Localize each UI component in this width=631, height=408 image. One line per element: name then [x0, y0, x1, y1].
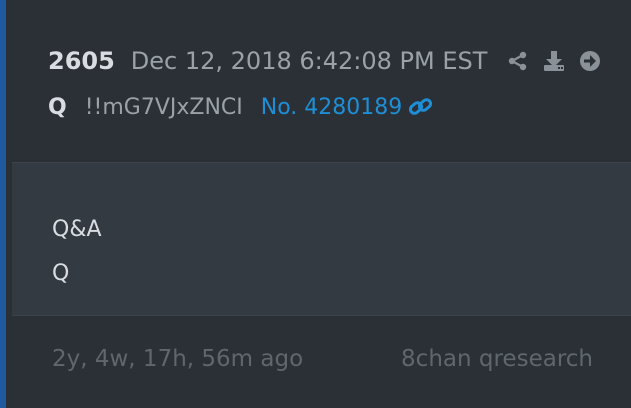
share-icon[interactable] — [505, 48, 531, 74]
post-footer: 2y, 4w, 17h, 56m ago 8chan qresearch — [12, 316, 631, 408]
message-line: Q — [52, 261, 70, 286]
post-link-label: No. 4280189 — [260, 94, 403, 120]
post-meta-row: 2605 Dec 12, 2018 6:42:08 PM EST — [48, 44, 613, 78]
post-tripcode: !!mG7VJxZNCI — [84, 94, 243, 120]
post-number: 2605 — [48, 47, 115, 75]
chain-link-icon — [408, 96, 434, 118]
post-source: 8chan qresearch — [401, 346, 593, 372]
post-number-link[interactable]: No. 4280189 — [261, 95, 435, 120]
post-message: Q&A Q — [52, 208, 102, 296]
post-timestamp: Dec 12, 2018 6:42:08 PM EST — [130, 47, 488, 75]
download-icon[interactable] — [541, 48, 567, 74]
post-author-row: Q !!mG7VJxZNCI No. 4280189 — [48, 90, 434, 124]
post-card: 2605 Dec 12, 2018 6:42:08 PM EST Q !!mG7… — [0, 0, 631, 408]
post-header: 2605 Dec 12, 2018 6:42:08 PM EST Q !!mG7… — [12, 0, 631, 163]
post-age: 2y, 4w, 17h, 56m ago — [52, 346, 304, 372]
post-message-area: Q&A Q — [12, 163, 631, 316]
message-line: Q&A — [52, 217, 102, 242]
post-author: Q — [48, 94, 67, 120]
arrow-circle-right-icon[interactable] — [577, 48, 603, 74]
